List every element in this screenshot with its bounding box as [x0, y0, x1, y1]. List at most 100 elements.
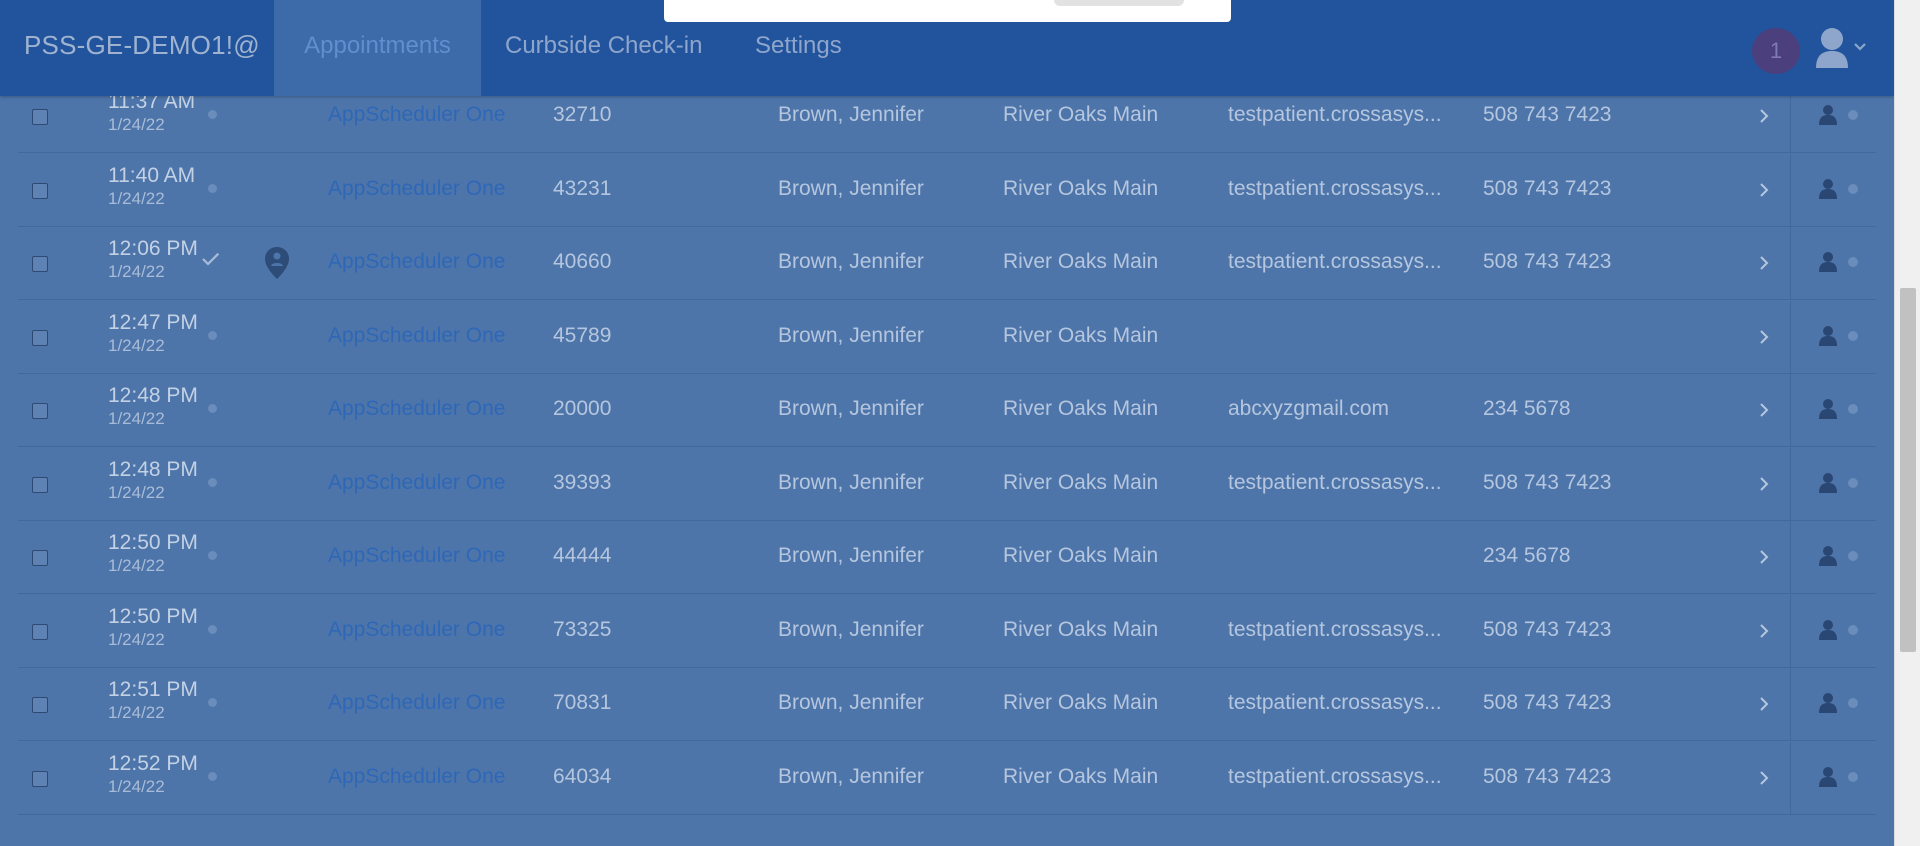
provider-link[interactable]: AppScheduler One	[328, 177, 505, 201]
table-row[interactable]: 12:06 PM 1/24/22 AppScheduler One 40660 …	[18, 227, 1876, 300]
location-name: River Oaks Main	[1003, 470, 1159, 494]
patient-name: Brown, Jennifer	[778, 691, 924, 714]
status-dot	[208, 404, 217, 413]
status-dot	[208, 110, 217, 119]
person-icon[interactable]	[1818, 178, 1838, 200]
provider-link[interactable]: AppScheduler One	[328, 103, 505, 127]
chevron-right-icon[interactable]	[1754, 547, 1774, 567]
provider-link[interactable]: AppScheduler One	[328, 544, 505, 568]
person-icon[interactable]	[1818, 692, 1838, 714]
patient-email: abcxyzgmail.com	[1228, 397, 1390, 420]
person-icon[interactable]	[1818, 104, 1838, 126]
row-checkbox[interactable]	[32, 697, 48, 713]
notification-badge[interactable]: 1	[1752, 28, 1800, 74]
patient-email: testpatient.crossasys...	[1228, 470, 1442, 494]
patient-email: testpatient.crossasys...	[1228, 764, 1442, 788]
user-icon	[1816, 28, 1866, 68]
table-row[interactable]: 12:52 PM 1/24/22 AppScheduler One 64034 …	[18, 741, 1876, 815]
table-row[interactable]: 12:48 PM 1/24/22 AppScheduler One 20000 …	[18, 374, 1876, 447]
chevron-right-icon[interactable]	[1754, 474, 1774, 494]
provider-link[interactable]: AppScheduler One	[328, 618, 505, 642]
map-pin-icon	[265, 247, 289, 279]
column-divider	[1790, 153, 1791, 227]
provider-link[interactable]: AppScheduler One	[328, 250, 505, 274]
table-row[interactable]: 12:48 PM 1/24/22 AppScheduler One 39393 …	[18, 447, 1876, 521]
location-name: River Oaks Main	[1003, 103, 1159, 126]
table-row[interactable]: 12:50 PM 1/24/22 AppScheduler One 73325 …	[18, 594, 1876, 668]
row-checkbox[interactable]	[32, 403, 48, 419]
appointment-time: 12:50 PM	[108, 531, 198, 554]
brand-name[interactable]: PSS-GE-DEMO1!@	[24, 30, 260, 61]
row-checkbox[interactable]	[32, 329, 48, 346]
status-dot	[208, 551, 217, 560]
chevron-right-icon[interactable]	[1754, 180, 1774, 200]
row-checkbox[interactable]	[32, 550, 48, 566]
scrollbar-thumb[interactable]	[1900, 288, 1916, 652]
patient-phone: 508 743 7423	[1483, 617, 1612, 641]
modal-decoration	[1054, 0, 1184, 6]
table-row[interactable]: 12:50 PM 1/24/22 AppScheduler One 44444 …	[18, 521, 1876, 594]
modal-dialog-edge	[664, 0, 1231, 22]
location-name: River Oaks Main	[1003, 397, 1159, 420]
table-row[interactable]: 11:40 AM 1/24/22 AppScheduler One 43231 …	[18, 153, 1876, 227]
table-row[interactable]: 12:47 PM 1/24/22 AppScheduler One 45789 …	[18, 300, 1876, 374]
appointment-time: 11:40 AM	[108, 163, 196, 187]
presence-dot	[1848, 771, 1858, 782]
appointment-date: 1/24/22	[108, 482, 165, 502]
patient-name: Brown, Jennifer	[778, 176, 924, 200]
patient-mrn: 20000	[553, 397, 612, 420]
presence-dot	[1848, 110, 1858, 120]
row-checkbox[interactable]	[32, 770, 48, 787]
presence-dot	[1848, 257, 1858, 267]
patient-name: Brown, Jennifer	[778, 617, 924, 641]
presence-dot	[1848, 551, 1858, 561]
user-menu-button[interactable]	[1814, 24, 1870, 74]
appointment-date: 1/24/22	[108, 776, 165, 796]
tab-appointments[interactable]: Appointments	[274, 0, 481, 96]
table-row[interactable]: 12:51 PM 1/24/22 AppScheduler One 70831 …	[18, 668, 1876, 741]
status-dot	[208, 698, 217, 707]
patient-mrn: 39393	[553, 470, 612, 494]
location-name: River Oaks Main	[1003, 764, 1159, 788]
row-checkbox[interactable]	[32, 109, 48, 125]
person-icon[interactable]	[1818, 472, 1838, 494]
column-divider	[1790, 594, 1791, 668]
chevron-right-icon[interactable]	[1754, 694, 1774, 714]
provider-link[interactable]: AppScheduler One	[328, 691, 505, 715]
presence-dot	[1848, 404, 1858, 414]
patient-name: Brown, Jennifer	[778, 250, 924, 273]
chevron-right-icon[interactable]	[1754, 327, 1774, 347]
patient-phone: 508 743 7423	[1483, 250, 1612, 273]
person-icon[interactable]	[1818, 398, 1838, 420]
person-icon[interactable]	[1818, 325, 1838, 347]
vertical-scrollbar[interactable]	[1894, 0, 1920, 846]
appointments-table: 11:37 AM 1/24/22 AppScheduler One 32710 …	[0, 80, 1894, 846]
person-icon[interactable]	[1818, 251, 1838, 273]
person-icon[interactable]	[1818, 619, 1838, 641]
appointment-time: 12:50 PM	[108, 604, 198, 628]
row-checkbox[interactable]	[32, 623, 48, 640]
patient-email: testpatient.crossasys...	[1228, 691, 1442, 714]
row-checkbox[interactable]	[32, 256, 48, 272]
appointment-date: 1/24/22	[108, 629, 165, 649]
row-checkbox[interactable]	[32, 476, 48, 493]
row-checkbox[interactable]	[32, 182, 48, 199]
appointment-time: 12:47 PM	[108, 310, 198, 334]
check-icon	[202, 252, 220, 266]
provider-link[interactable]: AppScheduler One	[328, 765, 505, 789]
chevron-right-icon[interactable]	[1754, 253, 1774, 273]
chevron-right-icon[interactable]	[1754, 768, 1774, 788]
person-icon[interactable]	[1818, 545, 1838, 567]
patient-email: testpatient.crossasys...	[1228, 617, 1442, 641]
chevron-right-icon[interactable]	[1754, 106, 1774, 126]
appointment-date: 1/24/22	[108, 188, 165, 208]
chevron-right-icon[interactable]	[1754, 400, 1774, 420]
chevron-right-icon[interactable]	[1754, 621, 1774, 641]
provider-link[interactable]: AppScheduler One	[328, 324, 505, 348]
appointment-time: 12:48 PM	[108, 457, 198, 481]
appointment-time: 12:48 PM	[108, 384, 198, 407]
provider-link[interactable]: AppScheduler One	[328, 471, 505, 495]
appointment-date: 1/24/22	[108, 703, 165, 722]
person-icon[interactable]	[1818, 766, 1838, 788]
provider-link[interactable]: AppScheduler One	[328, 397, 505, 421]
